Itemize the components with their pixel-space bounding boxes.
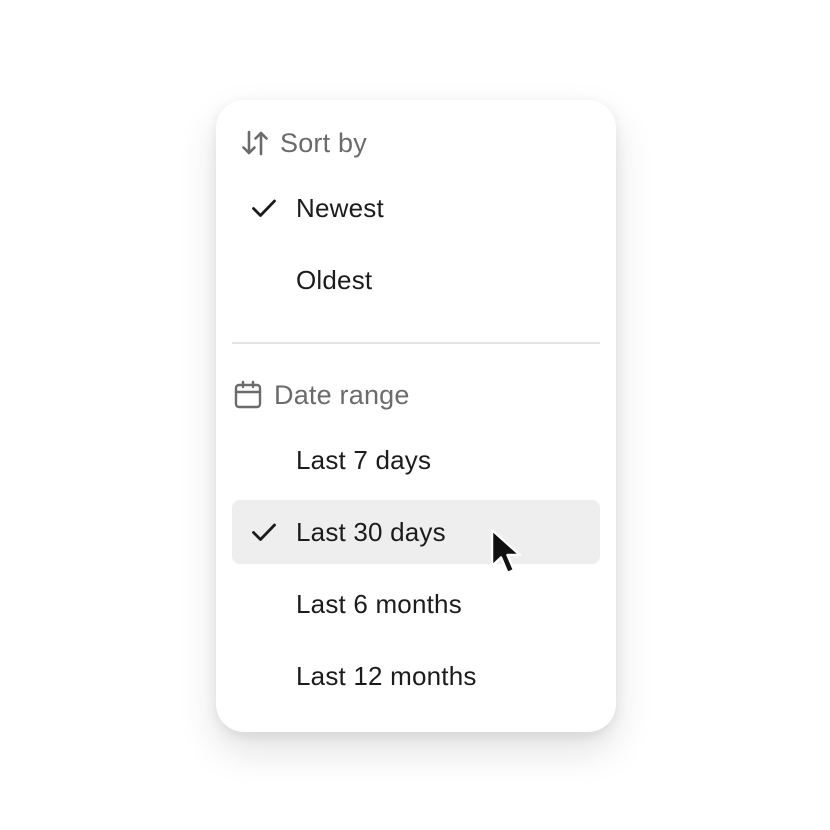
date-option-label: Last 7 days: [296, 444, 432, 475]
date-option-last-7-days[interactable]: Last 7 days: [232, 428, 600, 492]
date-option-label: Last 12 months: [296, 660, 477, 691]
sort-option-newest[interactable]: Newest: [232, 176, 600, 240]
date-option-last-30-days[interactable]: Last 30 days: [232, 500, 600, 564]
mouse-pointer-icon: [490, 528, 522, 575]
checkmark-icon: [252, 523, 276, 541]
menu-divider: [232, 342, 600, 344]
sort-option-label: Oldest: [296, 264, 373, 295]
date-option-last-12-months[interactable]: Last 12 months: [232, 644, 600, 708]
calendar-icon: [232, 379, 264, 411]
date-option-label: Last 6 months: [296, 588, 462, 619]
sort-by-header: Sort by: [240, 124, 367, 162]
sort-option-oldest[interactable]: Oldest: [232, 248, 600, 312]
date-option-last-6-months[interactable]: Last 6 months: [232, 572, 600, 636]
date-range-label: Date range: [274, 379, 410, 410]
date-range-header: Date range: [232, 376, 410, 414]
checkmark-icon: [252, 199, 276, 217]
date-option-label: Last 30 days: [296, 516, 446, 547]
stage: Sort by Newest Oldest Date range Last 7 …: [0, 0, 830, 830]
sort-filter-menu: Sort by Newest Oldest Date range Last 7 …: [216, 100, 616, 732]
sort-arrows-icon: [240, 128, 270, 158]
sort-option-label: Newest: [296, 192, 384, 223]
sort-by-label: Sort by: [280, 127, 367, 158]
